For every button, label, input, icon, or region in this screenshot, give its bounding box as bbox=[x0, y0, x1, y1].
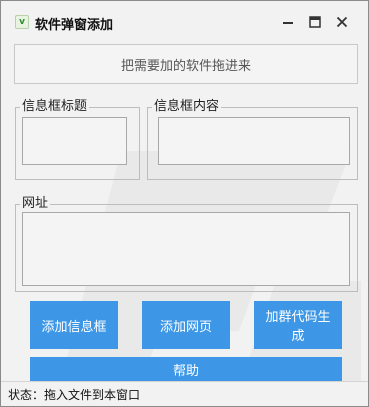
file-drop-zone[interactable]: 把需要加的软件拖进来 bbox=[14, 44, 358, 84]
drop-zone-label: 把需要加的软件拖进来 bbox=[120, 58, 251, 74]
status-bar: 状态：拖入文件到本窗口 bbox=[1, 381, 368, 406]
help-button[interactable]: 帮助 bbox=[30, 357, 342, 381]
infobox-content-label: 信息框内容 bbox=[152, 99, 222, 115]
window-title: 软件弹窗添加 bbox=[35, 18, 114, 33]
close-button[interactable] bbox=[331, 12, 353, 32]
add-webpage-button[interactable]: 添加网页 bbox=[142, 301, 230, 349]
maximize-icon bbox=[309, 16, 321, 28]
minimize-button[interactable] bbox=[277, 12, 299, 32]
maximize-button[interactable] bbox=[304, 12, 326, 32]
app-icon: v bbox=[15, 15, 29, 29]
minimize-icon bbox=[283, 22, 293, 24]
add-infobox-button[interactable]: 添加信息框 bbox=[30, 301, 118, 349]
infobox-title-label: 信息框标题 bbox=[20, 99, 90, 115]
url-label: 网址 bbox=[20, 196, 51, 212]
infobox-title-field[interactable] bbox=[22, 117, 127, 165]
title-bar[interactable]: v 软件弹窗添加 bbox=[1, 1, 368, 41]
main-window: v 软件弹窗添加 把需要加的软件拖进来 信息框标题 信息框内容 网址 添加信息框… bbox=[0, 0, 369, 407]
infobox-content-field[interactable] bbox=[158, 117, 350, 165]
url-field[interactable] bbox=[22, 212, 350, 286]
close-icon bbox=[336, 16, 348, 28]
group-code-generate-button[interactable]: 加群代码生成 bbox=[254, 301, 342, 349]
status-text: 状态：拖入文件到本窗口 bbox=[8, 388, 141, 402]
